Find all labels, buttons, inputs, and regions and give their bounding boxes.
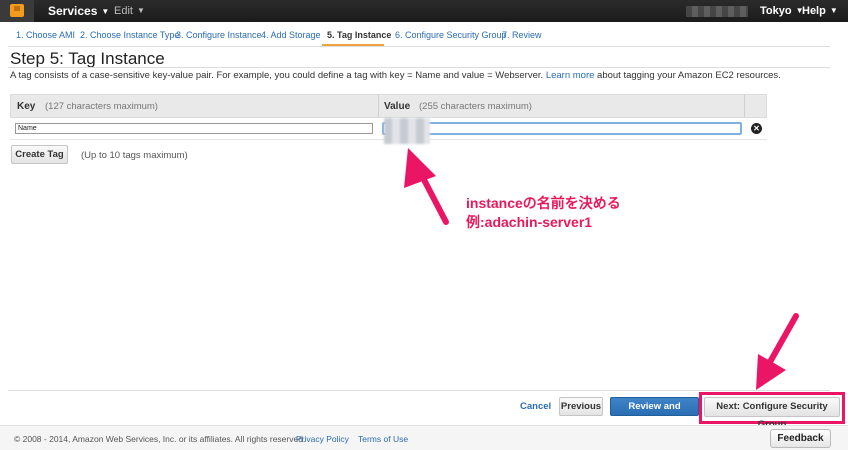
tab-configure-security-group[interactable]: 6. Configure Security Group [395,30,507,40]
annotation-line-2: 例:adachin-server1 [466,214,593,230]
tab-configure-instance[interactable]: 3. Configure Instance [176,30,262,40]
divider [744,95,745,117]
value-column-header: Value [384,101,411,112]
divider [378,95,379,117]
chevron-down-icon: ▼ [136,6,145,15]
services-label: Services [48,4,98,18]
edit-menu[interactable]: Edit ▼ [114,5,145,17]
tab-add-storage[interactable]: 4. Add Storage [261,30,321,40]
tag-key-input[interactable]: Name [15,123,373,134]
annotation-line-1: instanceの名前を決める [466,195,621,211]
page-footer: © 2008 - 2014, Amazon Web Services, Inc.… [0,425,848,450]
terms-of-use-link[interactable]: Terms of Use [358,434,408,444]
arrow-to-value-field [404,148,449,225]
divider [8,67,830,68]
create-tag-button[interactable]: Create Tag [11,145,68,164]
divider [8,46,830,47]
privacy-policy-link[interactable]: Privacy Policy [296,434,349,444]
aws-logo[interactable] [0,0,34,22]
create-tag-hint: (Up to 10 tags maximum) [81,150,188,161]
help-menu[interactable]: Help ▼ [802,5,838,17]
chevron-down-icon: ▼ [829,6,838,15]
tab-choose-instance-type[interactable]: 2. Choose Instance Type [80,30,179,40]
tab-tag-instance[interactable]: 5. Tag Instance [327,30,391,40]
key-column-header: Key [17,101,36,112]
key-column-hint: (127 characters maximum) [45,101,158,112]
tab-choose-ami[interactable]: 1. Choose AMI [16,30,75,40]
feedback-button[interactable]: Feedback [770,429,831,448]
help-label: Help [802,5,826,17]
learn-more-link[interactable]: Learn more [546,70,595,81]
copyright-text: © 2008 - 2014, Amazon Web Services, Inc.… [14,434,306,444]
region-label: Tokyo [760,5,792,17]
page-description: A tag consists of a case-sensitive key-v… [10,70,781,81]
value-redacted [384,118,430,144]
tag-table-header: Key (127 characters maximum) Value (255 … [10,94,767,118]
review-and-launch-button[interactable]: Review and Launch [610,397,699,429]
value-column-hint: (255 characters maximum) [419,101,532,112]
chevron-down-icon: ▼ [101,7,110,16]
description-text: A tag consists of a case-sensitive key-v… [10,70,544,81]
wizard-tabs: 1. Choose AMI 2. Choose Instance Type 3.… [0,24,848,46]
annotation-text: instanceの名前を決める 例:adachin-server1 [466,194,621,232]
cancel-button[interactable]: Cancel [520,401,551,412]
arrow-to-next-button [756,313,799,390]
next-configure-security-group-button[interactable]: Next: Configure Security Group [704,397,840,430]
account-name-redacted[interactable] [686,6,748,17]
tag-value-input[interactable] [382,122,742,135]
remove-tag-icon[interactable]: ✕ [751,123,762,134]
divider [8,390,830,391]
services-menu[interactable]: Services ▼ [48,4,109,18]
page-title: Step 5: Tag Instance [10,49,165,68]
tab-review[interactable]: 7. Review [502,30,542,40]
region-menu[interactable]: Tokyo ▼ [760,5,804,17]
top-nav-bar: Services ▼ Edit ▼ Tokyo ▼ Help ▼ [0,0,848,22]
description-tail: about tagging your Amazon EC2 resources. [597,70,781,81]
previous-button[interactable]: Previous [559,397,603,416]
edit-label: Edit [114,5,133,17]
cube-icon [10,4,24,17]
